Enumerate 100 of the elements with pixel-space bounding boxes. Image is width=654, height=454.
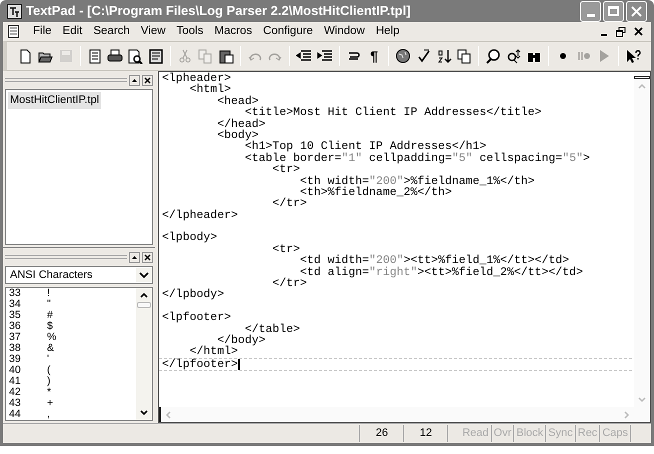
close-icon[interactable]	[634, 27, 643, 36]
close-icon	[631, 6, 642, 16]
character[interactable]: &	[47, 343, 54, 354]
character-code: 33	[9, 288, 22, 299]
code-line: <lpheader>	[162, 73, 232, 84]
replace-icon	[506, 48, 522, 64]
character-code: 43	[9, 398, 22, 409]
paste-icon	[218, 48, 234, 64]
character[interactable]: #	[47, 310, 53, 321]
code-line: <h1>Top 10 Client IP Addresses</h1>	[244, 141, 486, 153]
code-line: <th>%fieldname_2%</th>	[300, 186, 452, 198]
copy-icon	[197, 48, 214, 64]
character-code: 38	[9, 343, 22, 354]
status-indicator: Rec	[576, 425, 600, 442]
pane-up-icon[interactable]	[129, 252, 140, 262]
menu-item[interactable]: Window	[318, 22, 370, 40]
code-line: </tr>	[271, 198, 307, 210]
close-button[interactable]	[626, 0, 647, 22]
code-line: <html>	[190, 84, 232, 96]
character[interactable]: (	[47, 365, 50, 376]
line-number: 26	[359, 425, 404, 442]
status-indicator: Block	[514, 425, 546, 442]
menu-item[interactable]: Macros	[209, 22, 258, 40]
menu-item[interactable]: Configure	[258, 22, 318, 40]
character-code: 36	[9, 321, 22, 332]
text-cursor	[238, 358, 240, 370]
status-indicator: Read	[460, 425, 492, 442]
find-icon	[485, 48, 502, 64]
code-line: <table border="1" cellpadding="5" cellspacing="5">	[244, 152, 590, 164]
scrollbar[interactable]	[136, 288, 152, 420]
document-icon	[86, 48, 103, 64]
character-code: 35	[9, 310, 22, 321]
minimize-button[interactable]	[580, 0, 601, 22]
maximize-button[interactable]	[603, 0, 624, 22]
indent-icon	[316, 48, 333, 64]
character-code: 40	[9, 365, 22, 376]
restore-icon[interactable]	[616, 26, 626, 36]
compare-icon	[456, 48, 472, 64]
menu-item[interactable]: Edit	[58, 22, 88, 40]
document-list-item[interactable]: MostHitClientIP.tpl	[8, 92, 102, 108]
character[interactable]: !	[47, 288, 50, 299]
save-icon	[58, 48, 74, 64]
code-line: <th width="200">%fieldname_1%</th>	[299, 176, 535, 187]
character[interactable]: )	[47, 376, 50, 387]
character[interactable]: '	[47, 354, 50, 365]
code-line: </lpheader>	[162, 210, 238, 222]
clip-library-dropdown[interactable]: ANSI Characters	[5, 266, 153, 284]
printer-icon	[107, 48, 124, 64]
code-line: <tr>	[271, 244, 300, 256]
code-line: </lpbody>	[162, 289, 224, 301]
code-line: </body>	[217, 334, 266, 346]
menu-item[interactable]: Help	[370, 22, 405, 40]
code-line: </html>	[188, 346, 238, 358]
code-line: <td width="200"><tt>%field_1%</tt></td>	[299, 255, 570, 267]
character[interactable]: $	[47, 321, 53, 332]
character-code: 44	[9, 409, 22, 420]
code-line: <lpfooter>	[162, 312, 232, 324]
menu-item[interactable]: View	[136, 22, 171, 40]
code-line: <body>	[216, 130, 259, 142]
character[interactable]: ,	[47, 409, 50, 420]
character-code: 41	[9, 376, 22, 387]
character-code: 42	[9, 387, 22, 398]
sort-icon	[436, 48, 452, 64]
spell-check-icon	[416, 48, 432, 64]
code-line: </table>	[244, 324, 300, 335]
character-code: 37	[9, 332, 22, 343]
pane-close-icon[interactable]	[142, 252, 153, 262]
character[interactable]: *	[47, 387, 52, 398]
code-line: </lpfooter>	[162, 358, 238, 370]
character[interactable]: %	[47, 332, 56, 343]
menu-item[interactable]: File	[28, 22, 57, 40]
code-line: </head>	[216, 118, 266, 130]
code-line: <lpbody>	[162, 232, 218, 244]
app-icon	[7, 4, 22, 18]
scroll-thumb[interactable]	[137, 302, 151, 308]
character-code: 34	[9, 299, 22, 310]
status-indicator: Ovr	[492, 425, 514, 442]
code-line: <head>	[216, 96, 259, 108]
status-indicator: Sync	[546, 425, 576, 442]
status-indicator: Caps	[600, 425, 631, 442]
code-line: </tr>	[271, 278, 307, 290]
menu-item[interactable]: Search	[88, 22, 135, 40]
print-preview-icon	[127, 48, 144, 64]
pane-up-icon[interactable]	[129, 74, 140, 86]
window-title: TextPad - [C:\Program Files\Log Parser 2.2\MostHitClientIP.tpl]	[26, 2, 411, 20]
scissors-icon	[176, 48, 193, 64]
code-line: <title>Most Hit Client IP Addresses</title>	[244, 107, 542, 119]
globe-icon	[395, 48, 412, 64]
outdent-icon	[296, 48, 312, 64]
character-code: 39	[9, 354, 22, 365]
character[interactable]: +	[47, 398, 54, 409]
page-view-icon	[148, 48, 164, 64]
character[interactable]: "	[47, 299, 51, 310]
paragraph-button[interactable]: ¶	[364, 45, 384, 67]
code-line: <tr>	[271, 164, 300, 176]
code-line: <td align="right"><tt>%field_2%</tt></td>	[300, 266, 583, 278]
document-icon[interactable]	[7, 25, 20, 38]
column-number: 12	[403, 425, 448, 442]
pane-close-icon[interactable]	[142, 74, 153, 86]
menu-item[interactable]: Tools	[172, 22, 208, 40]
